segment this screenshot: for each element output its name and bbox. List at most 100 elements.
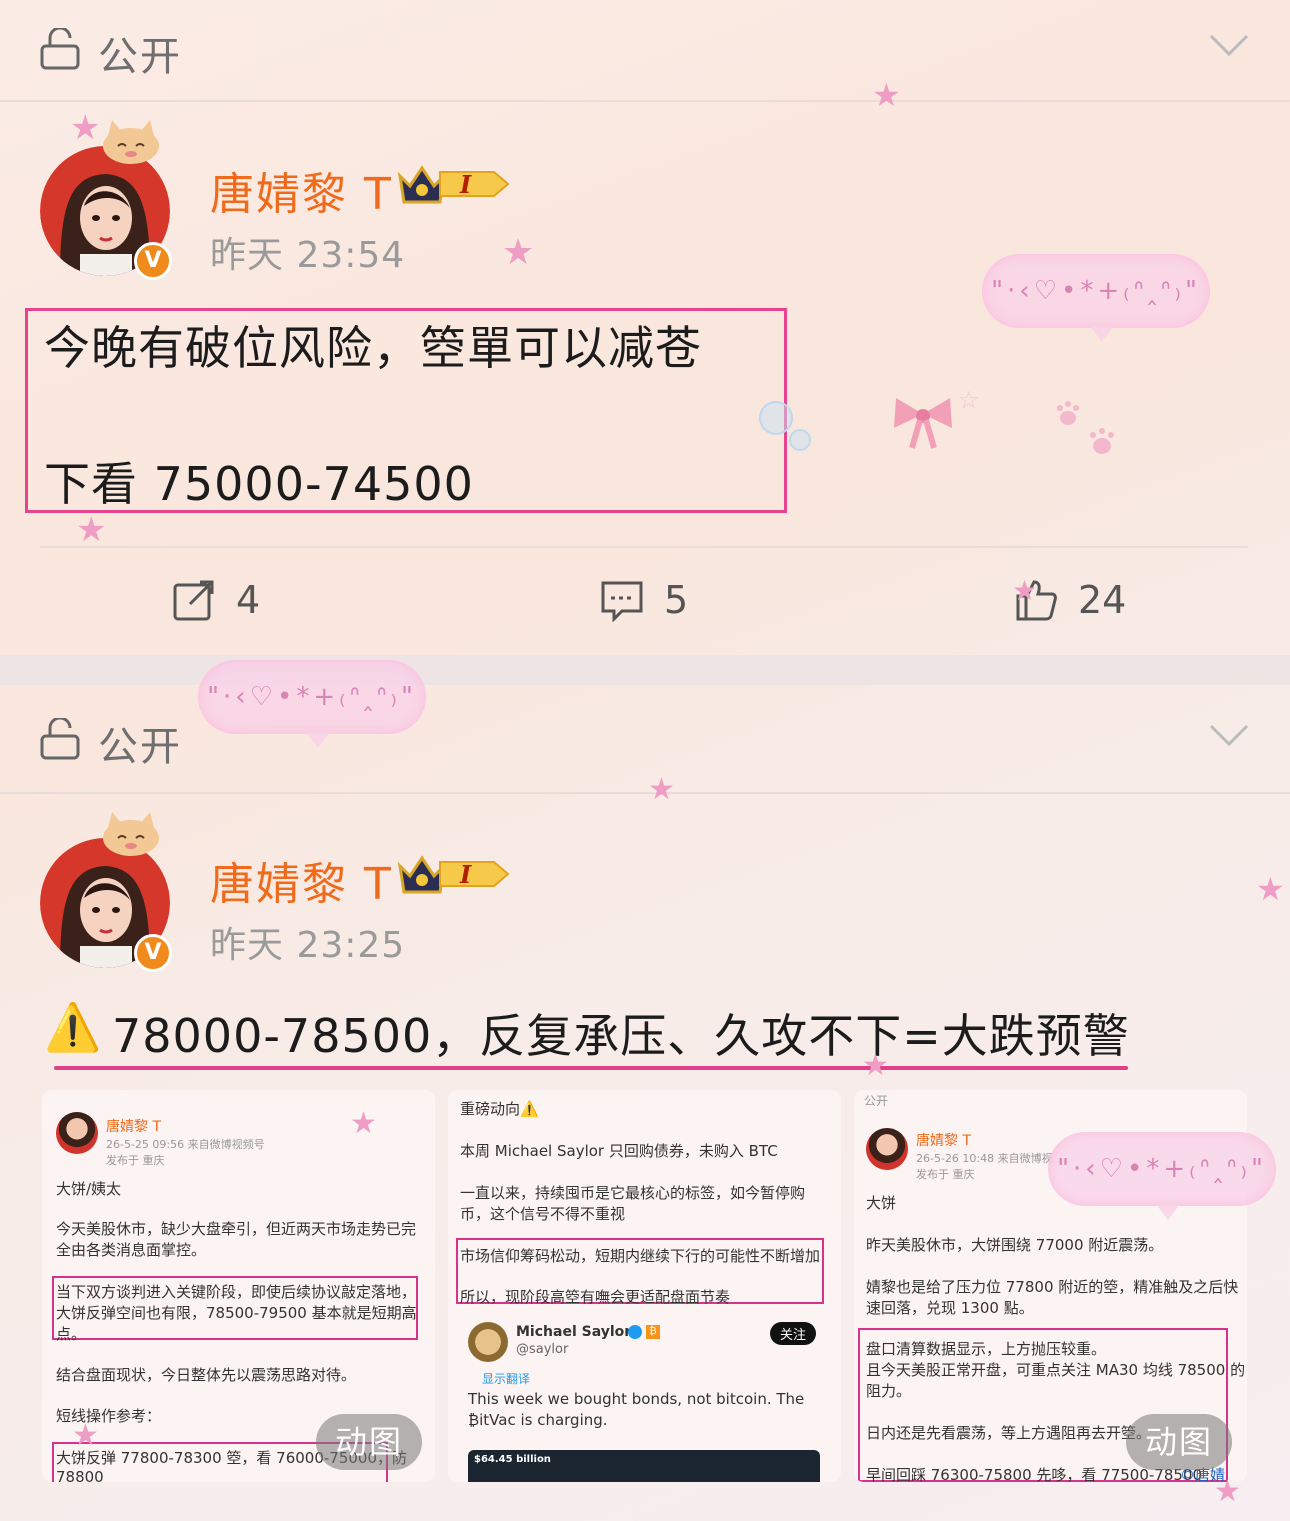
thumb-text: 市场信仰筹码松动，短期内继续下行的可能性不断增加 [460,1247,821,1265]
tweet-text: ₿itVac is charging. [468,1411,608,1429]
author-name[interactable]: 唐婧黎 T [210,848,393,912]
unlock-icon [40,28,80,70]
verified-badge: V [134,242,172,280]
star-icon: ★ [1012,574,1038,607]
thumb-text: 今天美股休市，缺少大盘牵引，但近两天市场走势已完 [56,1220,417,1238]
image-thumbnail-1[interactable]: 唐婧黎 T 26-5-25 09:56 来自微博视频号 发布于 重庆 大饼/姨太… [42,1090,435,1482]
thumb-text: 阻力。 [866,1382,912,1400]
thumb-author: 唐婧黎 T [106,1119,162,1135]
image-thumbnail-2[interactable]: 重磅动向⚠️ 本周 Michael Saylor 只回购债券，未购入 BTC 一… [448,1090,841,1482]
thumb-text: 78800 [56,1468,104,1482]
star-icon: ★ [1256,870,1285,908]
thumb-text: 当下双方谈判进入关键阶段，即使后续协议敲定落地， [56,1283,417,1301]
divider [40,546,1248,548]
post-text-line: 今晚有破位风险，箜單可以减苍 [44,321,702,375]
tweet-author: Michael Saylor [516,1324,632,1340]
thumb-text: 本周 Michael Saylor 只回购债券，未购入 BTC [460,1142,778,1160]
like-count: 24 [1078,578,1127,622]
paw-icon [1057,401,1114,454]
thumb-text: 全由各类消息面掌控。 [56,1241,207,1259]
level-badge: I [438,858,510,890]
thumb-visibility: 公开 [864,1094,889,1108]
star-icon: ★ [70,108,101,148]
warning-icon: ⚠️ [44,1000,103,1054]
repost-count: 4 [236,578,261,622]
thumb-text: 点。 [56,1325,87,1343]
author-name[interactable]: 唐婧黎 T [210,158,393,222]
thumb-text: 昨天美股休市，大饼围绕 77000 附近震荡。 [866,1236,1164,1254]
post-time: 昨天 23:54 [210,235,406,276]
thumb-meta: 发布于 重庆 [106,1154,165,1167]
post-headline: 78000-78500，反复承压、久攻不下=大跌预警 [112,1009,1130,1063]
decorative-bubble: "·‹♡•*+₍ᐢ‸ᐢ₎" [1048,1132,1276,1220]
thumb-text: 婧黎也是给了压力位 77800 附近的箜，精准触及之后快 [866,1278,1239,1296]
post-text-line: 下看 75000-74500 [44,457,474,511]
visibility-label: 公开 [98,724,182,770]
star-icon: ★ [862,1048,889,1083]
star-icon: ★ [1214,1474,1241,1509]
divider [0,792,1290,794]
divider [0,100,1290,102]
tweet-avatar [468,1322,508,1362]
unlock-icon [40,718,80,760]
chevron-down-icon[interactable] [1208,720,1250,750]
tweet-handle: @saylor [516,1342,569,1357]
translate-link[interactable]: 显示翻译 [482,1370,530,1387]
gif-badge: 动图 [316,1414,422,1470]
star-icon: ☆ [958,386,980,414]
tweet-image: $64.45 billion [468,1450,820,1482]
thumb-text: 所以，现阶段高箜有嘸会更适配盘面节奏 [460,1288,731,1306]
thumb-text: 日内还是先看震荡，等上方遇阻再去开箜。 [866,1424,1152,1442]
post-privacy-header: 公开 [0,0,1290,100]
cat-icon [103,812,159,856]
thumb-text: 大饼/姨太 [56,1180,122,1198]
post-time: 昨天 23:25 [210,925,406,966]
comment-count: 5 [664,578,689,622]
tweet-text: This week we bought bonds, not bitcoin. … [468,1390,805,1408]
star-icon: ★ [76,510,107,550]
thumb-avatar [866,1128,908,1170]
star-icon: ★ [502,232,535,273]
thumb-meta: 26-5-25 09:56 来自微博视频号 [106,1138,265,1151]
thumb-author: 唐婧黎 T [916,1133,972,1149]
cat-icon [103,120,159,164]
star-icon: ★ [350,1106,377,1141]
thumb-text: 速回落，兑现 1300 點。 [866,1299,1034,1317]
comment-icon [601,581,643,622]
repost-button[interactable]: 4 [172,575,260,625]
follow-button[interactable]: 关注 [770,1322,817,1345]
bubbles-icon [759,401,811,451]
star-icon: ★ [648,772,675,807]
star-icon: ★ [72,1418,99,1453]
star-icon: ★ [872,76,901,114]
avatar[interactable]: V [40,120,172,280]
post-separator [0,655,1290,685]
thumb-title: 重磅动向⚠️ [460,1100,539,1118]
gif-badge: 动图 [1126,1414,1232,1470]
comment-button[interactable]: 5 [600,575,688,625]
decorative-bubble: "·‹♡•*+₍ᐢ‸ᐢ₎" [198,660,426,748]
avatar[interactable]: V [40,812,172,972]
repost-icon [173,580,214,621]
thumb-text: 一直以来，持续囤币是它最核心的标签，如今暂停购 [460,1184,806,1202]
thumb-meta: 发布于 重庆 [916,1168,975,1181]
thumb-text: 盘口清算数据显示，上方抛压较重。 [866,1340,1107,1358]
tweet-value: $64.45 billion [474,1454,551,1465]
headline-underline [54,1066,1128,1070]
thumb-text: 大饼 [866,1194,897,1212]
verified-check-icon [628,1325,642,1339]
verified-badge: V [134,934,172,972]
bow-icon [894,398,952,449]
visibility-label: 公开 [98,34,182,80]
thumb-avatar [56,1112,98,1154]
thumb-text: 且今天美股正常开盘，可重点关注 MA30 均线 78500 的 [866,1361,1246,1379]
thumb-text: 大饼反弹空间也有限，78500-79500 基本就是短期高 [56,1304,417,1322]
chevron-down-icon[interactable] [1208,30,1250,60]
decorative-bubble: "·‹♡•*+₍ᐢ‸ᐢ₎" [982,254,1210,342]
thumb-text: 结合盘面现状，今日整体先以震荡思路对待。 [56,1366,357,1384]
bitcoin-icon: ₿ [646,1325,660,1339]
post-privacy-header: 公开 [0,690,1290,790]
thumb-meta: 26-5-26 10:48 来自微博视 [916,1152,1053,1165]
level-badge: I [438,168,510,200]
thumb-text: 币，这个信号不得不重视 [460,1205,626,1223]
